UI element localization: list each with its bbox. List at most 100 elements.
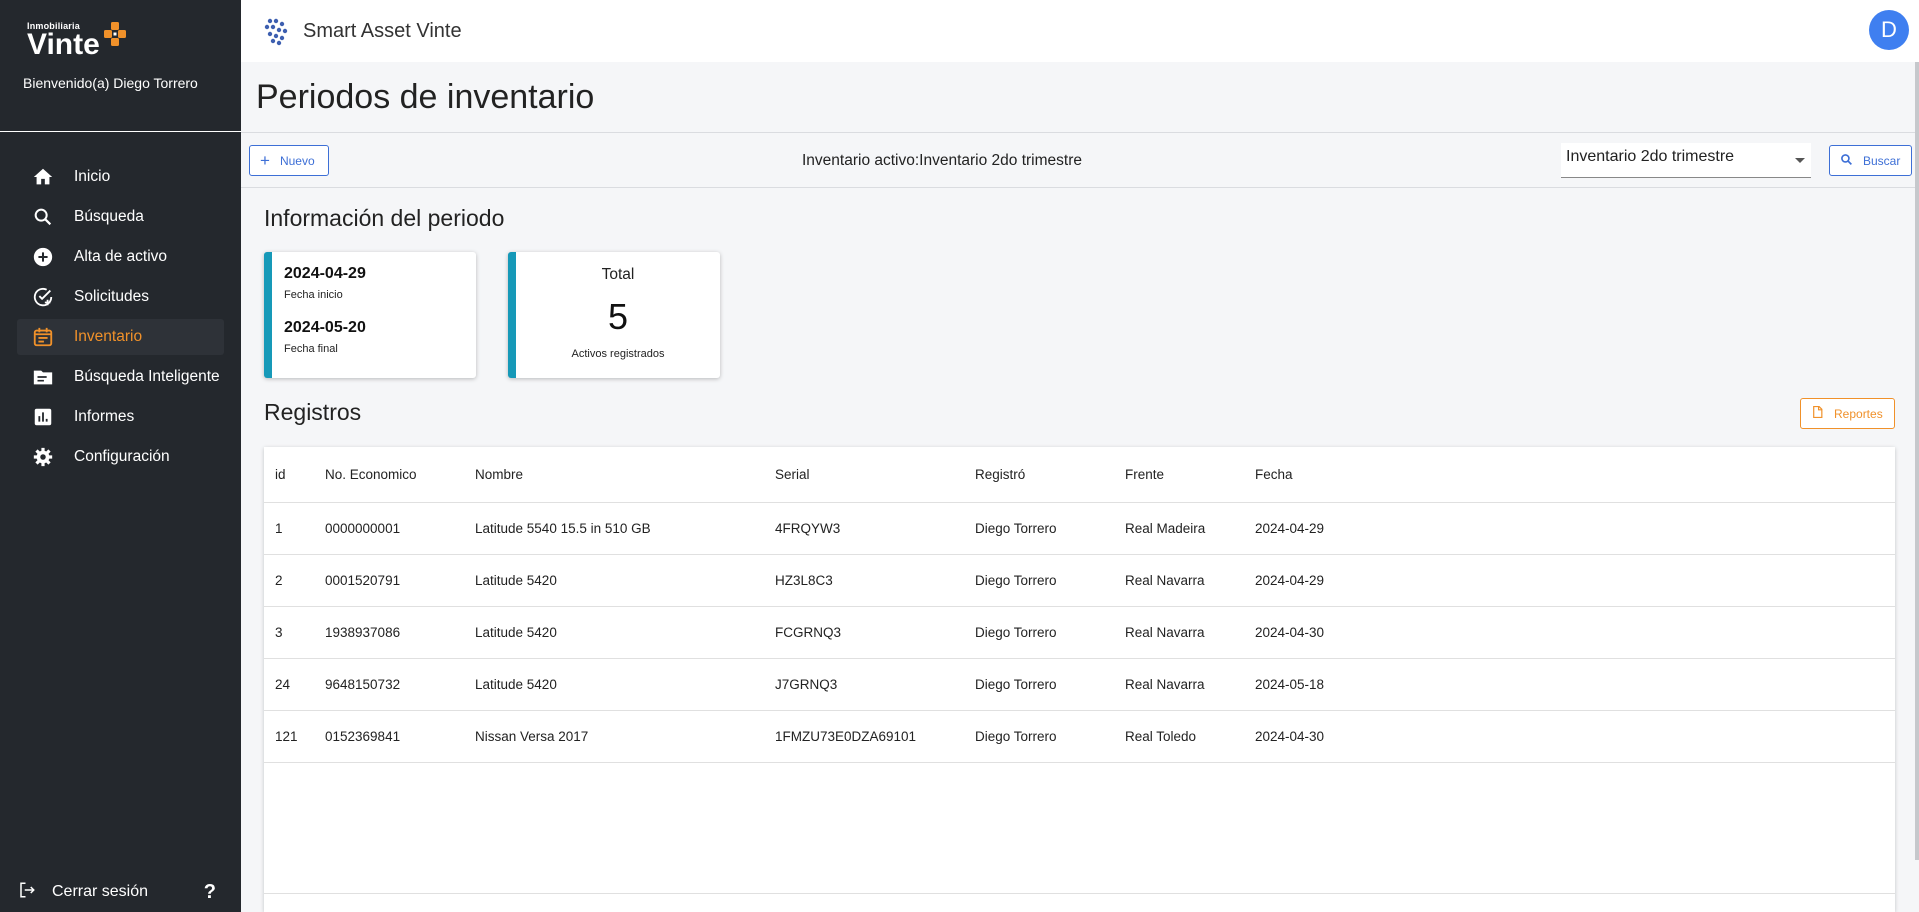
sidebar-item-label: Inventario <box>74 328 143 345</box>
page-scrollbar[interactable] <box>1915 62 1919 860</box>
cell-nombre: Latitude 5420 <box>464 606 764 659</box>
inventory-select-value: Inventario 2do trimestre <box>1566 148 1735 165</box>
cell-nombre: Nissan Versa 2017 <box>464 710 764 763</box>
cell-frente: Real Navarra <box>1114 554 1244 607</box>
end-date-label: Fecha final <box>284 343 338 355</box>
cell-registro: Diego Torrero <box>964 554 1114 607</box>
cell-registro: Diego Torrero <box>964 606 1114 659</box>
start-date-label: Fecha inicio <box>284 289 343 301</box>
cell-no-economico: 0000000001 <box>314 502 464 555</box>
avatar[interactable]: D <box>1869 10 1909 50</box>
app-title: Smart Asset Vinte <box>303 19 462 42</box>
cell-no-economico: 0001520791 <box>314 554 464 607</box>
search-button[interactable]: Buscar <box>1829 145 1912 176</box>
sidebar-item-alta-de-activo[interactable]: Alta de activo <box>17 239 224 275</box>
table-header-row: id No. Economico Nombre Serial Registró … <box>264 447 1895 503</box>
calendar-icon <box>32 326 54 348</box>
company-logo[interactable]: Inmobiliaria Vinte <box>27 22 241 60</box>
records-table: id No. Economico Nombre Serial Registró … <box>264 447 1895 912</box>
folder-icon <box>32 366 54 388</box>
column-header-nombre[interactable]: Nombre <box>464 447 764 503</box>
start-date: 2024-04-29 <box>284 265 366 282</box>
reports-button[interactable]: Reportes <box>1800 398 1895 429</box>
cell-id: 24 <box>264 658 314 711</box>
cell-frente: Real Navarra <box>1114 658 1244 711</box>
cell-fecha: 2024-04-30 <box>1244 606 1895 659</box>
chevron-down-icon <box>1795 158 1805 163</box>
cell-no-economico: 0152369841 <box>314 710 464 763</box>
cell-nombre: Latitude 5420 <box>464 554 764 607</box>
cell-no-economico: 9648150732 <box>314 658 464 711</box>
sidebar-item-label: Búsqueda <box>74 208 144 225</box>
total-assets-card: Total 5 Activos registrados <box>508 252 720 378</box>
plus-icon: + <box>260 151 270 170</box>
period-dates-card: 2024-04-29 Fecha inicio 2024-05-20 Fecha… <box>264 252 476 378</box>
sidebar-item-inventario[interactable]: Inventario <box>17 319 224 355</box>
search-icon <box>32 206 54 228</box>
cell-fecha: 2024-05-18 <box>1244 658 1895 711</box>
cell-serial: FCGRNQ3 <box>764 606 964 659</box>
page-title: Periodos de inventario <box>256 78 595 116</box>
total-sublabel: Activos registrados <box>571 348 665 360</box>
cell-frente: Real Navarra <box>1114 606 1244 659</box>
reports-button-label: Reportes <box>1834 406 1883 421</box>
sidebar-item-busqueda[interactable]: Búsqueda <box>17 199 224 235</box>
column-header-registro[interactable]: Registró <box>964 447 1114 503</box>
toolbar: + Nuevo Inventario activo:Inventario 2do… <box>241 132 1915 188</box>
logout-icon <box>18 881 36 904</box>
column-header-serial[interactable]: Serial <box>764 447 964 503</box>
table-row[interactable]: 2 0001520791 Latitude 5420 HZ3L8C3 Diego… <box>264 554 1895 607</box>
cell-id: 121 <box>264 710 314 763</box>
column-header-id[interactable]: id <box>264 447 314 503</box>
document-icon <box>1811 405 1824 422</box>
inventory-select[interactable]: Inventario 2do trimestre <box>1561 143 1811 178</box>
add-circle-icon <box>32 246 54 268</box>
records-section-title: Registros <box>264 399 362 425</box>
check-circle-icon <box>32 286 54 308</box>
logout-button[interactable]: Cerrar sesión ? <box>0 872 241 912</box>
sidebar-item-informes[interactable]: Informes <box>17 399 224 435</box>
welcome-text: Bienvenido(a) Diego Torrero <box>23 75 198 91</box>
app-logo-icon <box>264 18 288 46</box>
cell-no-economico: 1938937086 <box>314 606 464 659</box>
sidebar-item-label: Búsqueda Inteligente <box>74 368 220 385</box>
table-row[interactable]: 1 0000000001 Latitude 5540 15.5 in 510 G… <box>264 502 1895 555</box>
cell-frente: Real Toledo <box>1114 710 1244 763</box>
info-section-title: Información del periodo <box>264 205 505 231</box>
sidebar-item-configuracion[interactable]: Configuración <box>17 439 224 475</box>
search-button-label: Buscar <box>1863 153 1901 168</box>
total-label: Total <box>601 266 635 283</box>
help-icon[interactable]: ? <box>204 881 216 904</box>
sidebar-item-label: Configuración <box>74 448 170 465</box>
brand: Inmobiliaria Vinte Bienvenido(a) Diego T… <box>0 0 241 132</box>
sidebar-item-label: Inicio <box>74 168 111 185</box>
cell-serial: HZ3L8C3 <box>764 554 964 607</box>
home-icon <box>32 166 54 188</box>
sidebar-item-busqueda-inteligente[interactable]: Búsqueda Inteligente <box>17 359 224 395</box>
sidebar-nav: Inicio Búsqueda Alta de activo Solicitud… <box>0 159 241 475</box>
table-row[interactable]: 121 0152369841 Nissan Versa 2017 1FMZU73… <box>264 710 1895 763</box>
sidebar-item-solicitudes[interactable]: Solicitudes <box>17 279 224 315</box>
cell-fecha: 2024-04-29 <box>1244 502 1895 555</box>
cell-serial: 4FRQYW3 <box>764 502 964 555</box>
new-button-label: Nuevo <box>279 153 315 168</box>
logo-mark-icon <box>103 22 126 46</box>
column-header-frente[interactable]: Frente <box>1114 447 1244 503</box>
column-header-no-economico[interactable]: No. Economico <box>314 447 464 503</box>
column-header-fecha[interactable]: Fecha <box>1244 447 1895 503</box>
new-button[interactable]: + Nuevo <box>249 145 329 176</box>
cell-registro: Diego Torrero <box>964 710 1114 763</box>
bar-chart-icon <box>32 406 54 428</box>
cell-id: 3 <box>264 606 314 659</box>
table-row[interactable]: 24 9648150732 Latitude 5420 J7GRNQ3 Dieg… <box>264 658 1895 711</box>
sidebar-item-label: Informes <box>74 408 135 425</box>
logout-label: Cerrar sesión <box>52 883 149 900</box>
cell-registro: Diego Torrero <box>964 502 1114 555</box>
table-row[interactable]: 3 1938937086 Latitude 5420 FCGRNQ3 Diego… <box>264 606 1895 659</box>
end-date: 2024-05-20 <box>284 319 366 336</box>
cell-id: 1 <box>264 502 314 555</box>
top-bar: Smart Asset Vinte D <box>241 0 1919 62</box>
sidebar-item-inicio[interactable]: Inicio <box>17 159 224 195</box>
cell-nombre: Latitude 5420 <box>464 658 764 711</box>
sidebar-item-label: Solicitudes <box>74 288 149 305</box>
